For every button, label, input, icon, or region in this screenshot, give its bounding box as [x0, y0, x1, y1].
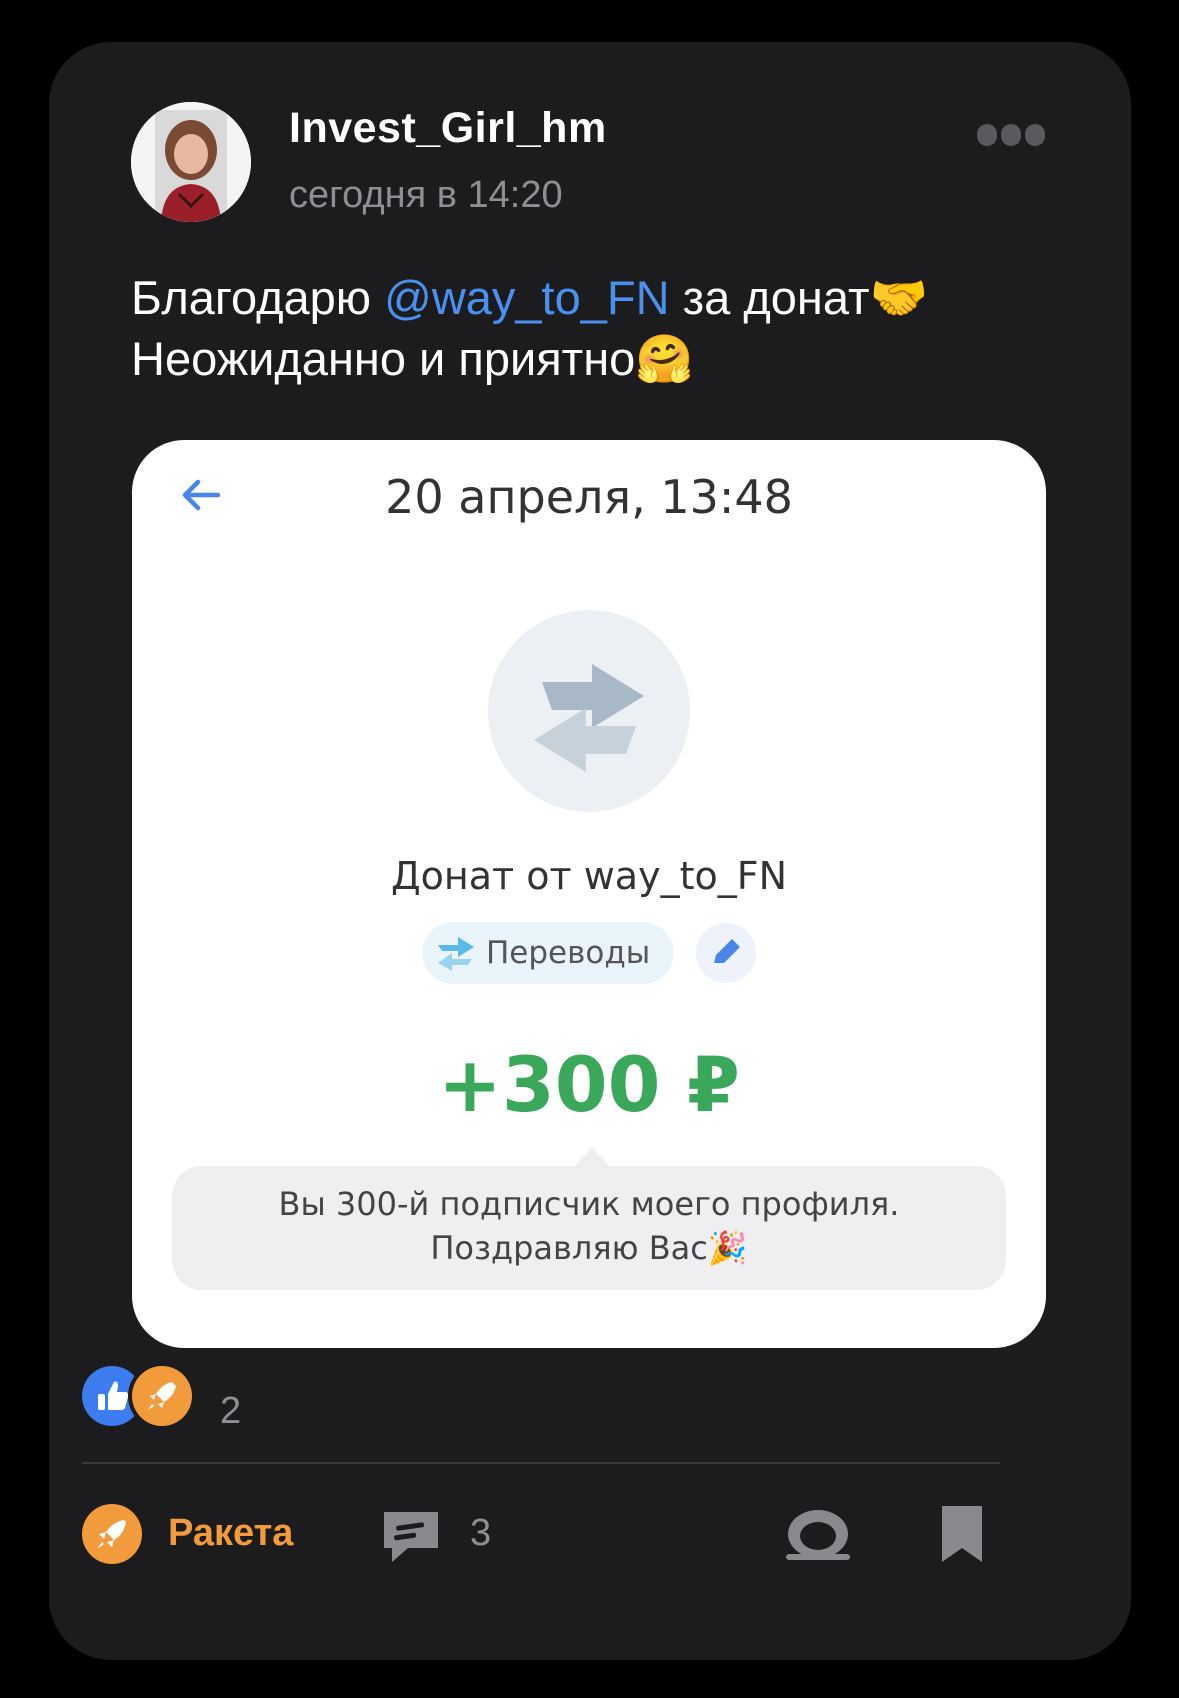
rocket-icon: [97, 1520, 126, 1549]
party-emoji: 🎉: [707, 1229, 748, 1267]
message-line1: Вы 300-й подписчик моего профиля.: [278, 1185, 900, 1223]
message-line2: Поздравляю Вас🎉: [172, 1226, 1006, 1270]
author-avatar[interactable]: [131, 102, 251, 222]
message-bubble: Вы 300-й подписчик моего профиля. Поздра…: [172, 1148, 1006, 1290]
transfer-small-icon: [438, 937, 474, 971]
reactions-count: 2: [220, 1390, 242, 1432]
message-line2-text: Поздравляю Вас: [430, 1229, 708, 1267]
hug-emoji: 🤗: [635, 332, 694, 387]
post-text-line2: Неожиданно и приятно: [131, 332, 636, 385]
attached-screenshot[interactable]: 20 апреля, 13:48 Донат от way_to_FN Пере…: [132, 440, 1046, 1348]
transaction-title: Донат от way_to_FN: [390, 854, 788, 898]
transfer-icon: [488, 610, 690, 812]
category-chip[interactable]: Переводы: [422, 922, 674, 984]
bookmark-icon[interactable]: [940, 1504, 984, 1564]
author-name[interactable]: Invest_Girl_hm: [289, 104, 607, 153]
comments-count: 3: [470, 1512, 492, 1554]
post-text-suffix: за донат: [669, 271, 870, 324]
post-timestamp: сегодня в 14:20: [289, 174, 563, 216]
handshake-emoji: 🤝: [869, 271, 929, 326]
post-card: Invest_Girl_hm сегодня в 14:20 Благодарю…: [49, 42, 1131, 1660]
dot-icon: [977, 124, 997, 146]
post-text: Благодарю @way_to_FN за донат🤝 Неожиданн…: [131, 268, 1051, 390]
transaction-date: 20 апреля, 13:48: [385, 470, 793, 524]
transaction-amount: +300 ₽: [438, 1040, 740, 1129]
comment-icon[interactable]: [378, 1506, 444, 1566]
category-label: Переводы: [486, 935, 651, 971]
dot-icon: [1001, 124, 1021, 146]
rocket-button-label[interactable]: Ракета: [168, 1512, 293, 1555]
rocket-icon: [132, 1366, 192, 1426]
share-icon[interactable]: [784, 1506, 852, 1562]
dot-icon: [1025, 124, 1045, 146]
rocket-button[interactable]: [82, 1504, 142, 1564]
pencil-icon: [714, 939, 740, 963]
mention-link[interactable]: @way_to_FN: [384, 271, 669, 324]
edit-button[interactable]: [696, 923, 756, 983]
divider: [82, 1462, 1000, 1464]
more-options-button[interactable]: [977, 120, 1047, 150]
post-text-prefix: Благодарю: [131, 271, 385, 324]
